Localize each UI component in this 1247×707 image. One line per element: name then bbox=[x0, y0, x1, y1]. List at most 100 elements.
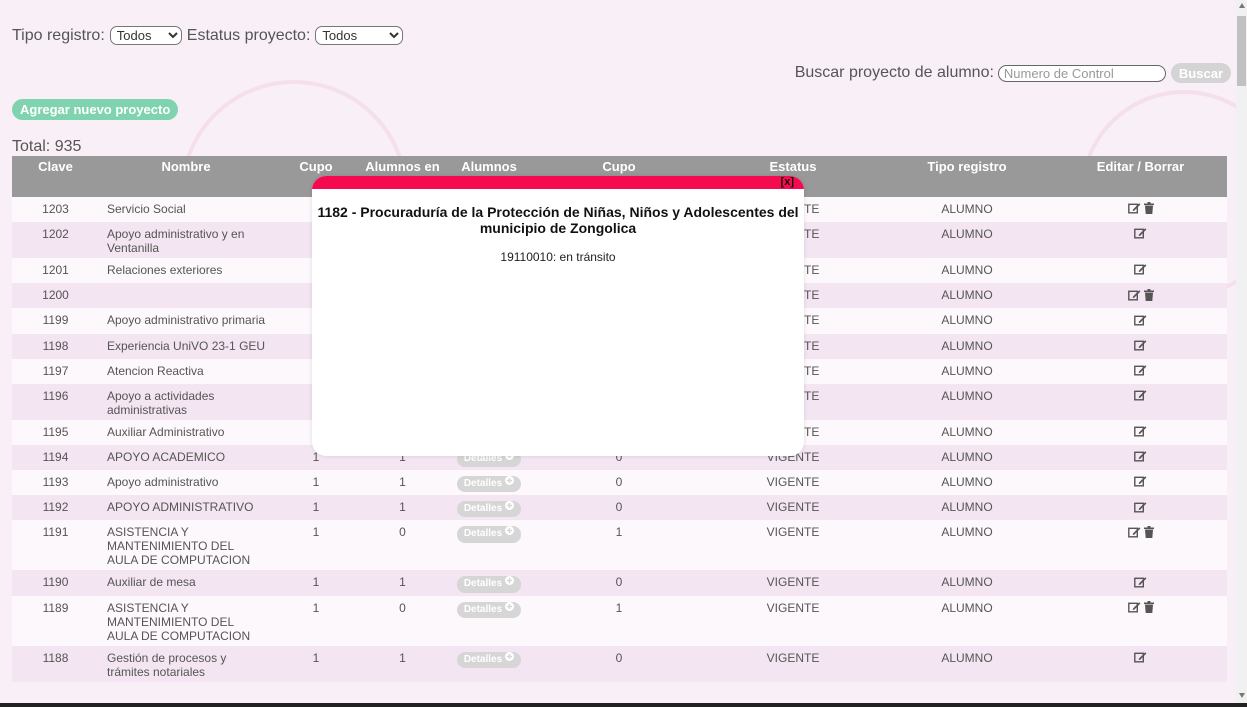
cell-actions bbox=[1054, 197, 1227, 223]
cell-alumnos-en: 1 bbox=[359, 470, 446, 496]
details-button-label: Detalles bbox=[463, 603, 503, 615]
edit-icon[interactable] bbox=[1134, 314, 1147, 329]
estatus-select[interactable]: Todos bbox=[315, 26, 404, 45]
cell-actions bbox=[1054, 383, 1227, 420]
cell-tipo-registro: ALUMNO bbox=[880, 520, 1054, 571]
cell-nombre: Relaciones exteriores bbox=[99, 258, 273, 284]
cell-clave: 1194 bbox=[12, 444, 99, 471]
edit-icon[interactable] bbox=[1127, 289, 1141, 304]
cell-alumnos: Detalles bbox=[446, 645, 532, 682]
trash-icon[interactable] bbox=[1143, 600, 1154, 616]
modal-close-button[interactable]: [x] bbox=[781, 176, 794, 189]
edit-icon[interactable] bbox=[1134, 501, 1147, 516]
cell-tipo-registro: ALUMNO bbox=[880, 333, 1054, 359]
column-header: Clave bbox=[12, 156, 99, 197]
cell-actions bbox=[1054, 495, 1227, 521]
edit-icon[interactable] bbox=[1134, 651, 1147, 666]
trash-icon[interactable] bbox=[1143, 288, 1154, 304]
details-button[interactable]: Detalles bbox=[456, 576, 522, 593]
trash-icon[interactable] bbox=[1143, 202, 1154, 217]
cell-nombre: Apoyo administrativo bbox=[99, 470, 273, 496]
edit-icon[interactable] bbox=[1134, 339, 1147, 354]
scroll-up-arrow-icon[interactable] bbox=[1239, 3, 1245, 8]
edit-icon[interactable] bbox=[1134, 227, 1147, 242]
cell-actions bbox=[1054, 222, 1227, 259]
search-input[interactable] bbox=[997, 64, 1166, 82]
cell-cupo: 1 bbox=[273, 595, 359, 646]
cell-alumnos-en: 1 bbox=[359, 495, 446, 521]
edit-icon[interactable] bbox=[1127, 601, 1141, 616]
tipo-registro-label: Tipo registro: bbox=[12, 26, 105, 44]
cell-cupo-disponible: 1 bbox=[532, 520, 706, 571]
tipo-registro-select[interactable]: Todos bbox=[109, 26, 182, 45]
cell-tipo-registro: ALUMNO bbox=[880, 258, 1054, 284]
cell-tipo-registro: ALUMNO bbox=[880, 358, 1054, 384]
edit-icon[interactable] bbox=[1134, 364, 1147, 379]
cell-cupo: 1 bbox=[273, 470, 359, 496]
cell-clave: 1202 bbox=[12, 222, 99, 259]
edit-icon[interactable] bbox=[1134, 389, 1147, 404]
table-row: 1193 Apoyo administrativo 1 1 Detalles 0 VIGEN… bbox=[12, 470, 1227, 496]
cell-cupo-disponible: 0 bbox=[532, 570, 706, 596]
cell-tipo-registro: ALUMNO bbox=[880, 283, 1054, 309]
cell-actions bbox=[1054, 333, 1227, 359]
add-project-button[interactable]: Agregar nuevo proyecto bbox=[12, 99, 179, 120]
edit-icon[interactable] bbox=[1134, 450, 1147, 465]
scroll-down-arrow-icon[interactable] bbox=[1239, 693, 1245, 698]
cell-nombre: Atencion Reactiva bbox=[99, 358, 273, 384]
cell-alumnos: Detalles bbox=[446, 495, 532, 521]
details-button-label: Detalles bbox=[463, 653, 503, 665]
cell-estatus: VIGENTE bbox=[706, 595, 880, 646]
cell-nombre: Experiencia UniVO 23-1 GEU bbox=[99, 333, 273, 359]
column-header: Tipo registro bbox=[880, 156, 1054, 197]
table-row: 1189 ASISTENCIA Y MANTENIMIENTO DEL AULA … bbox=[12, 595, 1227, 646]
edit-icon[interactable] bbox=[1134, 425, 1147, 440]
cell-actions bbox=[1054, 258, 1227, 284]
edit-icon[interactable] bbox=[1134, 475, 1147, 490]
trash-icon[interactable] bbox=[1143, 525, 1154, 541]
table-row: 1191 ASISTENCIA Y MANTENIMIENTO DEL AULA … bbox=[12, 520, 1227, 571]
details-button[interactable]: Detalles bbox=[456, 501, 522, 518]
cell-tipo-registro: ALUMNO bbox=[880, 570, 1054, 596]
cell-nombre: Apoyo a actividades administrativas bbox=[99, 383, 273, 420]
cell-actions bbox=[1054, 520, 1227, 571]
cell-nombre: APOYO ACADEMICO bbox=[99, 444, 273, 471]
cell-alumnos: Detalles bbox=[446, 470, 532, 496]
cell-cupo: 1 bbox=[273, 495, 359, 521]
table-row: 1190 Auxiliar de mesa 1 1 Detalles 0 VIGENTE AL… bbox=[12, 570, 1227, 596]
cell-tipo-registro: ALUMNO bbox=[880, 419, 1054, 445]
edit-icon[interactable] bbox=[1127, 202, 1141, 217]
cell-tipo-registro: ALUMNO bbox=[880, 470, 1054, 496]
cell-alumnos-en: 0 bbox=[359, 595, 446, 646]
details-button[interactable]: Detalles bbox=[456, 651, 522, 668]
cell-clave: 1191 bbox=[12, 520, 99, 571]
search-bar: Buscar proyecto de alumno: Buscar bbox=[795, 63, 1231, 83]
details-button[interactable]: Detalles bbox=[456, 476, 522, 493]
details-button[interactable]: Detalles bbox=[456, 526, 522, 543]
cell-cupo-disponible: 1 bbox=[532, 595, 706, 646]
cell-tipo-registro: ALUMNO bbox=[880, 495, 1054, 521]
cell-alumnos-en: 0 bbox=[359, 520, 446, 571]
total-count: Total: 935 bbox=[12, 138, 82, 155]
cell-nombre: Servicio Social bbox=[99, 197, 273, 223]
scrollbar-thumb[interactable] bbox=[1237, 16, 1246, 86]
cell-tipo-registro: ALUMNO bbox=[880, 197, 1054, 223]
cell-estatus: VIGENTE bbox=[706, 520, 880, 571]
table-row: 1192 APOYO ADMINISTRATIVO 1 1 Detalles 0 VIGEN… bbox=[12, 495, 1227, 521]
cell-cupo-disponible: 0 bbox=[532, 495, 706, 521]
cell-clave: 1188 bbox=[12, 645, 99, 682]
edit-icon[interactable] bbox=[1134, 263, 1147, 278]
estatus-label: Estatus proyecto: bbox=[186, 26, 311, 44]
modal-student-status: 19110010: en tránsito bbox=[500, 250, 616, 264]
vertical-scrollbar[interactable] bbox=[1236, 0, 1247, 707]
edit-icon[interactable] bbox=[1134, 576, 1147, 591]
search-button[interactable]: Buscar bbox=[1170, 63, 1231, 83]
cell-clave: 1203 bbox=[12, 197, 99, 223]
search-label: Buscar proyecto de alumno: bbox=[794, 64, 994, 81]
details-button[interactable]: Detalles bbox=[456, 601, 522, 618]
cell-clave: 1195 bbox=[12, 419, 99, 445]
cell-tipo-registro: ALUMNO bbox=[880, 444, 1054, 471]
plus-icon bbox=[505, 576, 515, 589]
edit-icon[interactable] bbox=[1127, 526, 1141, 541]
details-button-label: Detalles bbox=[463, 503, 503, 515]
